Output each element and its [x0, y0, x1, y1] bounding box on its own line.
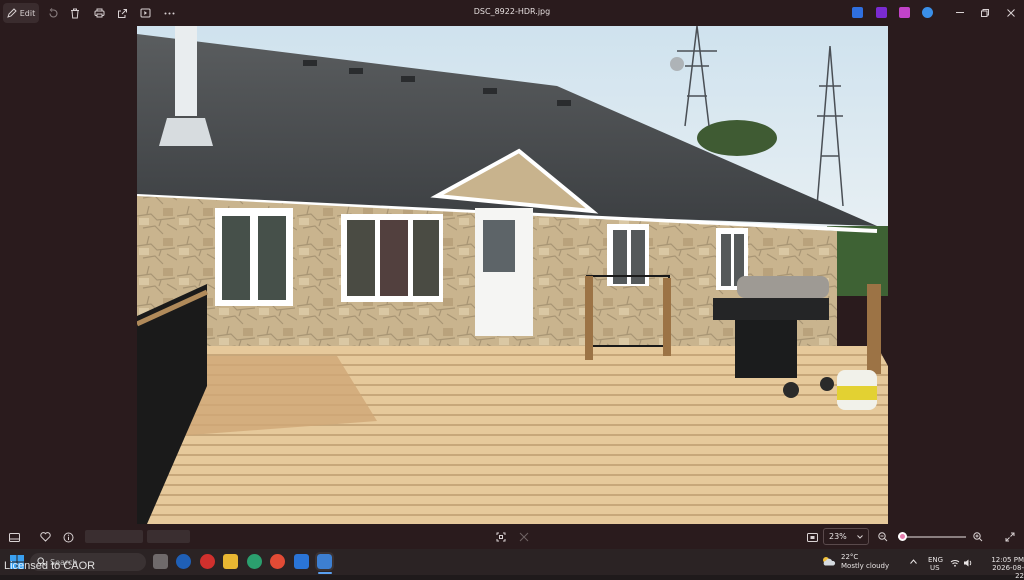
actual-size-icon[interactable]	[805, 530, 819, 544]
weather-widget[interactable]: 22°C Mostly cloudy	[825, 553, 889, 571]
clock-date: 2026-08-22	[992, 564, 1024, 580]
share-icon[interactable]	[113, 4, 131, 22]
restore-icon	[981, 9, 989, 17]
clipchamp-icon[interactable]	[899, 7, 910, 18]
zoom-level-value: 23%	[829, 532, 847, 541]
photos-app-icon[interactable]	[315, 552, 334, 571]
onedrive-icon[interactable]	[922, 7, 933, 18]
clock[interactable]: 12:05 PM 2026-08-22	[986, 556, 1024, 580]
zoom-out-icon[interactable]	[876, 530, 890, 544]
clock-time: 12:05 PM	[991, 556, 1024, 564]
zoom-in-icon[interactable]	[971, 530, 985, 544]
rotate-icon[interactable]	[44, 4, 62, 22]
slideshow-icon[interactable]	[136, 4, 154, 22]
close-icon	[1007, 9, 1015, 17]
chevron-down-icon	[857, 534, 863, 539]
chevron-up-icon[interactable]	[910, 559, 917, 564]
filmstrip-thumbnail-2[interactable]	[147, 530, 190, 543]
volume-icon[interactable]	[963, 559, 973, 567]
filmstrip-toggle-icon[interactable]	[7, 530, 21, 544]
weather-temperature: 22°C	[841, 553, 859, 561]
minimize-icon	[956, 12, 964, 13]
photo-viewer-image[interactable]	[137, 26, 888, 524]
language-code: ENG	[928, 556, 944, 564]
license-watermark: Licensed to CAOR	[4, 560, 96, 572]
zoom-slider-thumb[interactable]	[898, 532, 907, 541]
edit-pencil-icon	[6, 8, 17, 18]
favorite-heart-icon[interactable]	[38, 530, 52, 544]
store-app-icon[interactable]	[294, 554, 309, 569]
house-deck-photo	[137, 26, 888, 524]
chrome-icon[interactable]	[270, 554, 285, 569]
fit-to-window-icon[interactable]	[494, 530, 508, 544]
browser-app-icon[interactable]	[176, 554, 191, 569]
language-indicator[interactable]: ENG US	[928, 556, 943, 572]
ez-app-icon[interactable]	[200, 554, 215, 569]
edge-icon[interactable]	[247, 554, 262, 569]
zoom-slider[interactable]	[898, 532, 966, 541]
delete-icon[interactable]	[66, 4, 84, 22]
app-badge-icon-1[interactable]	[852, 7, 863, 18]
file-explorer-icon[interactable]	[223, 554, 238, 569]
print-icon[interactable]	[90, 4, 108, 22]
zoom-level-dropdown[interactable]: 23%	[823, 528, 869, 545]
compare-icon[interactable]	[517, 530, 531, 544]
title-bar: Edit DSC_8922-HDR.jpg	[0, 0, 1024, 26]
info-icon[interactable]	[61, 530, 75, 544]
weather-description: Mostly cloudy	[841, 562, 890, 570]
bottom-toolbar: 23%	[0, 526, 1024, 548]
app-badge-icon-2[interactable]	[876, 7, 887, 18]
edit-label: Edit	[19, 8, 36, 18]
close-button[interactable]	[996, 4, 1024, 22]
active-app-indicator	[318, 572, 332, 574]
edit-button[interactable]: Edit	[3, 3, 39, 23]
language-region: US	[930, 564, 940, 572]
photos-app-window: Edit DSC_8922-HDR.jpg 23%	[0, 0, 1024, 549]
full-screen-icon[interactable]	[1003, 530, 1017, 544]
wifi-icon[interactable]	[950, 559, 960, 567]
more-options-icon[interactable]	[160, 4, 178, 22]
task-view-icon[interactable]	[153, 554, 168, 569]
filmstrip-thumbnail-1[interactable]	[85, 530, 143, 543]
